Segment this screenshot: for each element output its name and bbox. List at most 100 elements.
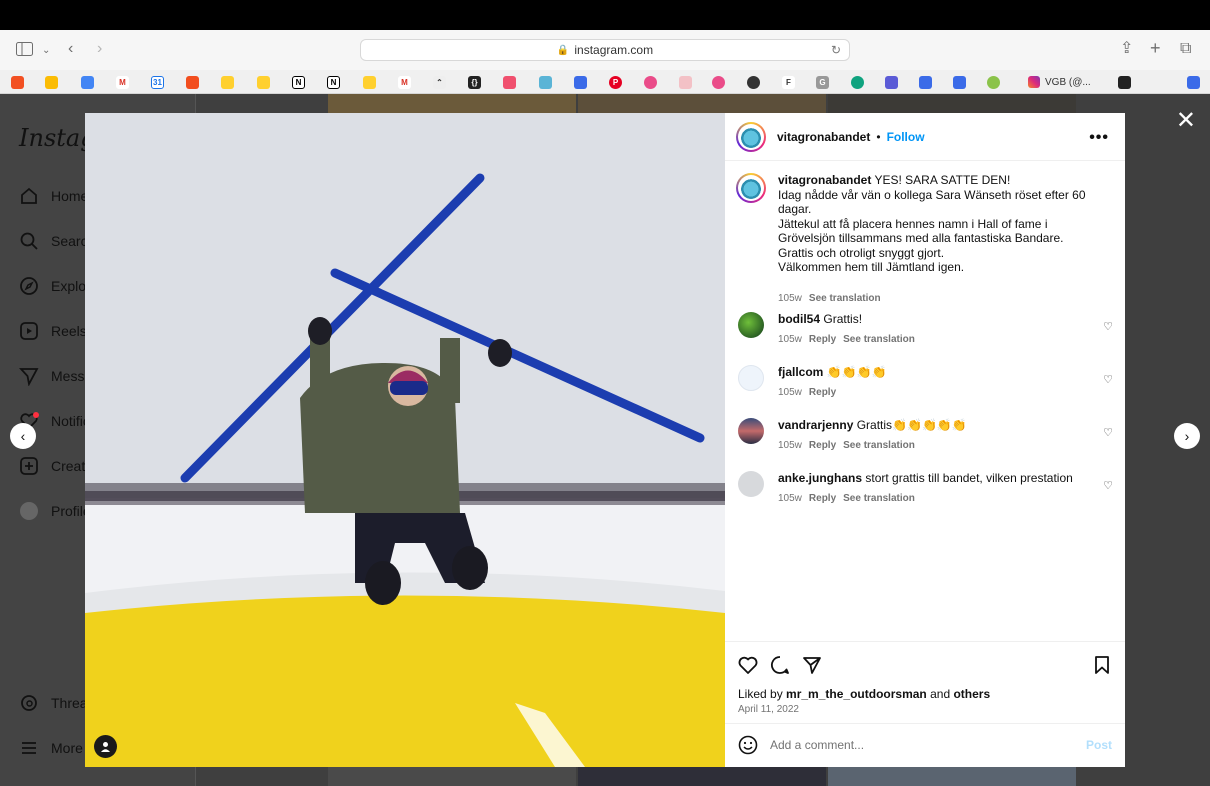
more-options-icon[interactable]: ••• xyxy=(1089,129,1109,147)
post-actions: Liked by mr_m_the_outdoorsman and others… xyxy=(725,641,1125,723)
see-translation-button[interactable]: See translation xyxy=(843,493,915,504)
reply-button[interactable]: Reply xyxy=(809,493,836,504)
like-comment-icon[interactable]: ♡ xyxy=(1103,479,1113,492)
avatar[interactable] xyxy=(738,312,764,338)
gmail-icon[interactable]: M xyxy=(116,76,129,89)
like-comment-icon[interactable]: ♡ xyxy=(1103,426,1113,439)
docs-icon[interactable] xyxy=(81,76,94,89)
previous-post-arrow-icon[interactable]: ‹ xyxy=(10,423,36,449)
see-translation-button[interactable]: See translation xyxy=(843,334,915,345)
tab-instagram[interactable]: VGB (@... xyxy=(1028,70,1091,94)
sidebar-item-more[interactable]: More xyxy=(18,737,83,759)
favorite-icon[interactable]: ⌃ xyxy=(433,76,446,89)
post-header: vitagronabandet • Follow ••• xyxy=(725,113,1125,161)
avatar[interactable] xyxy=(738,418,764,444)
miro-icon[interactable] xyxy=(221,76,234,89)
post-image xyxy=(85,113,725,767)
back-icon[interactable]: ‹ xyxy=(68,41,73,57)
comment-username[interactable]: fjallcom xyxy=(778,365,823,379)
reply-button[interactable]: Reply xyxy=(809,440,836,451)
close-icon[interactable]: ✕ xyxy=(1176,106,1196,135)
comment-row: fjallcom 👏👏👏👏 105w Reply ♡ xyxy=(738,365,1113,405)
liked-by-user[interactable]: mr_m_the_outdoorsman xyxy=(786,687,927,701)
favorite-icon[interactable] xyxy=(503,76,516,89)
post-button[interactable]: Post xyxy=(1086,738,1112,752)
like-icon[interactable] xyxy=(737,654,759,676)
post-username[interactable]: vitagronabandet xyxy=(777,130,870,144)
liked-by-others[interactable]: others xyxy=(953,687,990,701)
drive-icon[interactable] xyxy=(45,76,58,89)
favorite-icon[interactable] xyxy=(747,76,760,89)
gmail-icon[interactable]: M xyxy=(398,76,411,89)
favorite-icon[interactable]: G xyxy=(816,76,829,89)
favorite-icon[interactable] xyxy=(885,76,898,89)
comment-username[interactable]: vandrarjenny xyxy=(778,418,853,432)
forward-icon[interactable]: › xyxy=(97,41,102,57)
comment-username[interactable]: bodil54 xyxy=(778,312,820,326)
favorite-icon[interactable] xyxy=(1187,76,1200,89)
emoji-icon[interactable] xyxy=(738,735,758,755)
comment-input[interactable]: Add a comment... xyxy=(770,738,864,752)
favorite-icon[interactable] xyxy=(11,76,24,89)
notion-icon[interactable]: N xyxy=(292,76,305,89)
favorite-icon[interactable] xyxy=(1118,76,1131,89)
sidebar-item-create[interactable]: Create xyxy=(18,455,93,477)
avatar[interactable] xyxy=(736,121,766,152)
forms-icon[interactable] xyxy=(574,76,587,89)
like-comment-icon[interactable]: ♡ xyxy=(1103,320,1113,333)
share-icon[interactable] xyxy=(801,654,823,676)
calendar-icon[interactable]: 31 xyxy=(151,76,164,89)
reply-button[interactable]: Reply xyxy=(809,387,836,398)
dribbble-icon[interactable] xyxy=(644,76,657,89)
sidebar-item-reels[interactable]: Reels xyxy=(18,320,87,342)
see-translation-button[interactable]: See translation xyxy=(843,440,915,451)
comment-icon[interactable] xyxy=(769,654,791,676)
favorite-icon[interactable] xyxy=(919,76,932,89)
bookmark-icon[interactable] xyxy=(1091,654,1113,676)
miro-icon[interactable] xyxy=(257,76,270,89)
favorite-icon[interactable] xyxy=(679,76,692,89)
sidebar-item-home[interactable]: Home xyxy=(18,185,88,207)
new-tab-icon[interactable]: + xyxy=(1150,39,1161,57)
comment-row: vandrarjenny Grattis👏👏👏👏👏 105w Reply See t… xyxy=(738,418,1113,458)
notion-icon[interactable]: N xyxy=(327,76,340,89)
compass-icon xyxy=(18,275,40,297)
next-post-arrow-icon[interactable]: › xyxy=(1174,423,1200,449)
brackets-icon[interactable]: {} xyxy=(468,76,481,89)
avatar[interactable] xyxy=(738,365,764,391)
chevron-down-icon[interactable]: ⌄ xyxy=(42,43,50,59)
share-icon[interactable]: ⇪ xyxy=(1120,41,1133,57)
home-icon xyxy=(18,185,40,207)
avatar[interactable] xyxy=(738,471,764,497)
sidebar-item-profile[interactable]: Profile xyxy=(18,500,91,522)
comment-age: 105w xyxy=(778,387,802,398)
comment-age: 105w xyxy=(778,334,802,345)
follow-button[interactable]: Follow xyxy=(887,130,925,144)
favorite-icon[interactable] xyxy=(987,76,1000,89)
pinterest-icon[interactable]: P xyxy=(609,76,622,89)
comment-text: bodil54 Grattis! xyxy=(778,312,1103,327)
favorite-icon[interactable] xyxy=(539,76,552,89)
post-date: April 11, 2022 xyxy=(738,704,799,715)
dribbble-icon[interactable] xyxy=(712,76,725,89)
tab-overview-icon[interactable]: ⧉ xyxy=(1180,41,1191,57)
favorite-icon[interactable] xyxy=(851,76,864,89)
comment-username[interactable]: anke.junghans xyxy=(778,471,862,485)
like-comment-icon[interactable]: ♡ xyxy=(1103,373,1113,386)
lock-icon: 🔒 xyxy=(556,44,570,56)
reload-icon[interactable]: ↻ xyxy=(831,43,841,57)
address-bar[interactable]: 🔒 instagram.com ↻ xyxy=(360,39,850,61)
sidebar-toggle-icon[interactable] xyxy=(16,42,33,60)
caption-username[interactable]: vitagronabandet xyxy=(778,173,871,187)
feed-image xyxy=(328,767,576,786)
reply-button[interactable]: Reply xyxy=(809,334,836,345)
miro-icon[interactable] xyxy=(363,76,376,89)
liked-by-and: and xyxy=(930,687,951,701)
see-translation-button[interactable]: See translation xyxy=(809,293,881,304)
profile-icon[interactable] xyxy=(94,735,117,758)
favorite-icon[interactable] xyxy=(953,76,966,89)
figma-icon[interactable] xyxy=(186,76,199,89)
avatar[interactable] xyxy=(736,173,766,203)
favorite-icon[interactable]: F xyxy=(782,76,795,89)
sidebar-item-search[interactable]: Search xyxy=(18,230,95,252)
